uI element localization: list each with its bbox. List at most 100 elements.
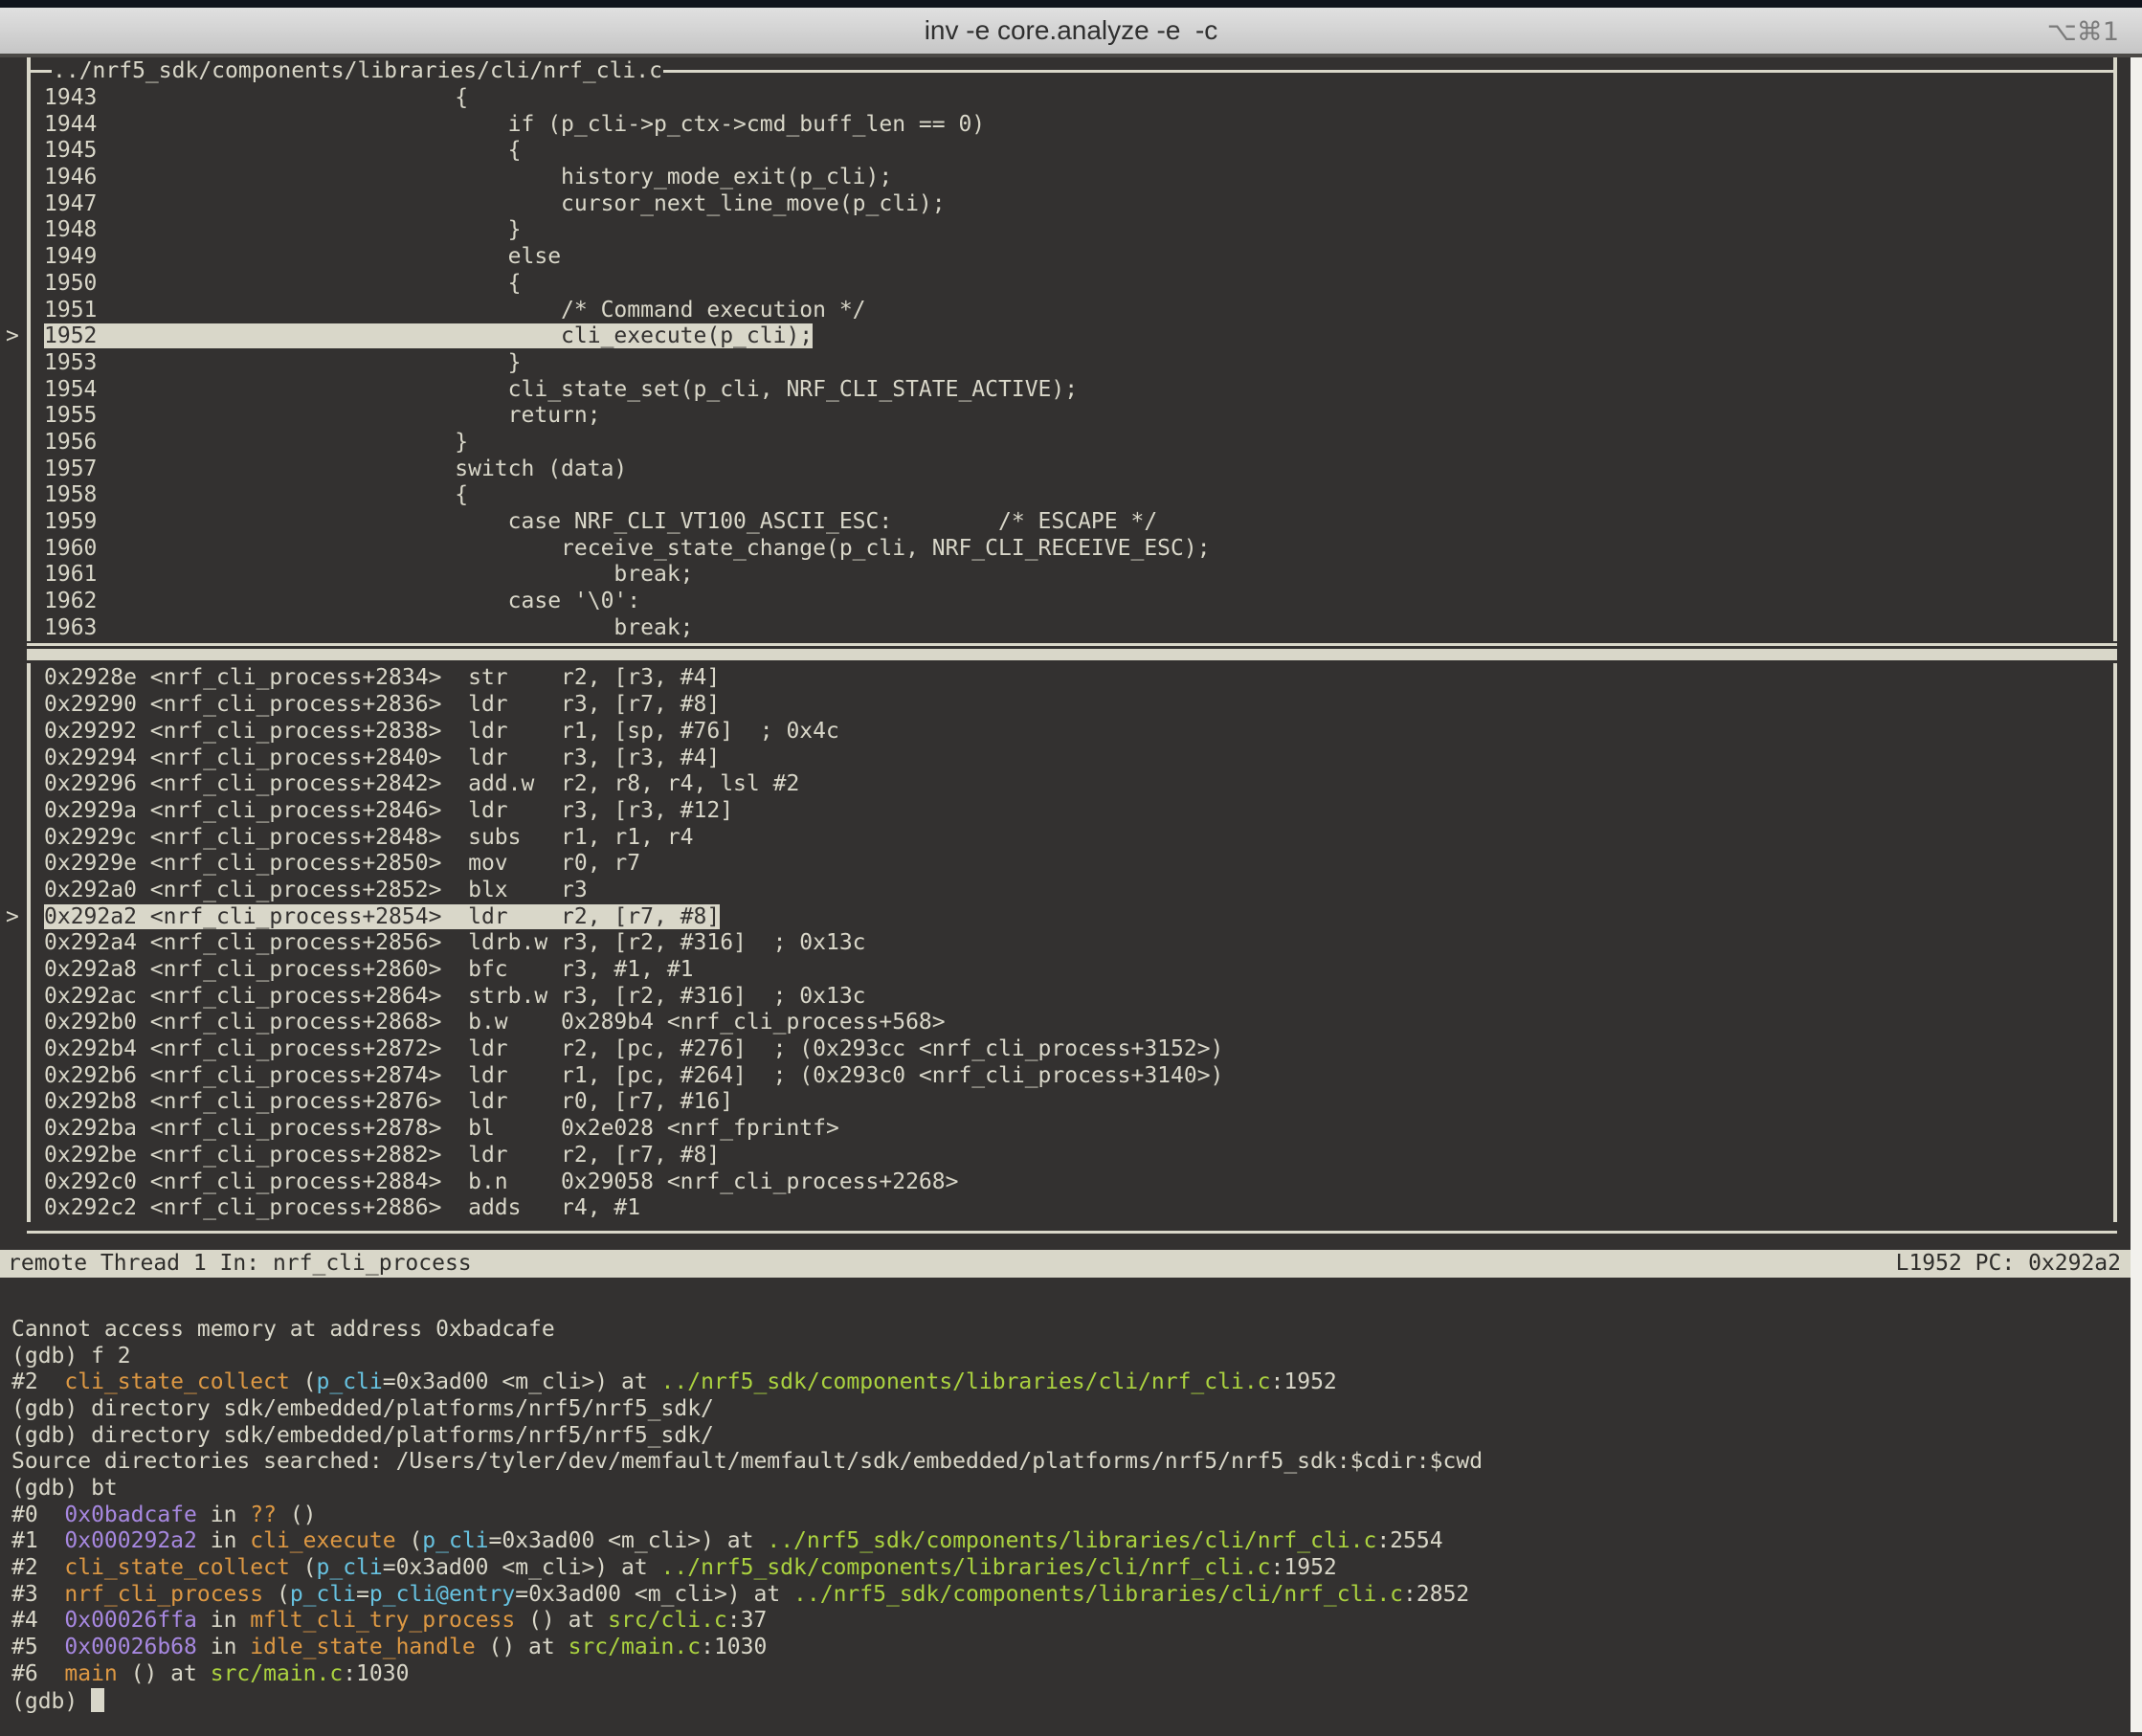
asm-line-text: 0x29292 <nrf_cli_process+2838> ldr r1, [… [44,719,839,744]
asm-line-text: 0x2929a <nrf_cli_process+2846> ldr r3, [… [44,798,733,823]
console-text: ( [290,1555,317,1580]
source-line-1954: 1954 cli_state_set(p_cli, NRF_CLI_STATE_… [44,377,2113,404]
console-path-text: ../nrf5_sdk/components/libraries/cli/nrf… [767,1528,1376,1553]
asm-line: 0x292c0 <nrf_cli_process+2884> b.n 0x290… [44,1169,2113,1196]
console-text: (gdb) directory sdk/embedded/platforms/n… [11,1396,714,1421]
console-text: :2852 [1403,1582,1469,1607]
terminal-cursor[interactable] [91,1688,104,1712]
console-text: #6 [11,1661,64,1686]
console-text: = [356,1582,369,1607]
console-text: #3 [11,1582,64,1607]
console-text: :1952 [1271,1555,1337,1580]
asm-line-text: 0x292be <nrf_cli_process+2882> ldr r2, [… [44,1143,720,1168]
console-addr-text: 0x00026b68 [64,1635,196,1659]
source-line-text: 1955 return; [44,403,601,428]
console-text: (gdb) [11,1689,91,1714]
gdb-console[interactable]: Cannot access memory at address 0xbadcaf… [0,1278,2142,1714]
console-var-text: p_cli [317,1555,383,1580]
console-text: ( [290,1369,317,1394]
asm-line-text: 0x292b8 <nrf_cli_process+2876> ldr r0, [… [44,1089,733,1114]
console-line: (gdb) [11,1688,2142,1715]
current-line-marker: > [6,323,19,350]
console-text: (gdb) bt [11,1476,118,1501]
source-line-text: 1962 case '\0': [44,589,640,613]
source-line-text: 1947 cursor_next_line_move(p_cli); [44,191,946,216]
console-text: in [197,1528,250,1553]
source-line-1949: 1949 else [44,244,2113,271]
console-text: ( [396,1528,423,1553]
console-text: () at [476,1635,569,1659]
status-line-pc-info: L1952 PC: 0x292a2 [1896,1250,2121,1278]
console-text: =0x3ad00 <m_cli>) at [383,1369,661,1394]
console-text: :1952 [1271,1369,1337,1394]
asm-line-text: 0x292b6 <nrf_cli_process+2874> ldr r1, [… [44,1063,1223,1088]
source-line-1959: 1959 case NRF_CLI_VT100_ASCII_ESC: /* ES… [44,509,2113,536]
console-fn-text: cli_state_collect [64,1555,289,1580]
console-line: (gdb) bt [11,1476,2142,1502]
asm-line: 0x29290 <nrf_cli_process+2836> ldr r3, [… [44,692,2113,719]
asm-line: 0x292be <nrf_cli_process+2882> ldr r2, [… [44,1143,2113,1169]
console-path-text: ../nrf5_sdk/components/libraries/cli/nrf… [793,1582,1403,1607]
source-line-text: 1951 /* Command execution */ [44,298,866,323]
console-fn-text: cli_state_collect [64,1369,289,1394]
console-var-text: p_cli [290,1582,356,1607]
status-thread-info: remote Thread 1 In: nrf_cli_process [8,1250,472,1278]
source-line-1948: 1948 } [44,217,2113,244]
source-line-text: 1959 case NRF_CLI_VT100_ASCII_ESC: /* ES… [44,509,1157,534]
console-line: #4 0x00026ffa in mflt_cli_try_process ()… [11,1608,2142,1635]
asm-line: 0x2929e <nrf_cli_process+2850> mov r0, r… [44,851,2113,878]
source-line-text: 1960 receive_state_change(p_cli, NRF_CLI… [44,536,1211,561]
console-fn-text: mflt_cli_try_process [250,1608,515,1633]
asm-line-text: 0x29296 <nrf_cli_process+2842> add.w r2,… [44,771,799,796]
source-pane-bottom-border [27,643,2117,646]
gdb-status-bar: remote Thread 1 In: nrf_cli_process L195… [0,1250,2131,1278]
source-line-1957: 1957 switch (data) [44,456,2113,483]
asm-line-text: 0x292a4 <nrf_cli_process+2856> ldrb.w r3… [44,930,866,955]
terminal-tab-title: inv -e core.analyze -e -c [925,15,1218,46]
asm-line: 0x292ac <nrf_cli_process+2864> strb.w r3… [44,984,2113,1011]
tab-shortcut-badge: ⌥⌘1 [2047,17,2119,47]
console-text: in [197,1502,250,1527]
source-line-1952: >1952 cli_execute(p_cli); [44,323,2113,350]
asm-line: 0x29294 <nrf_cli_process+2840> ldr r3, [… [44,746,2113,772]
source-pane-title-row: ../nrf5_sdk/components/libraries/cli/nrf… [44,57,2113,85]
asm-line: 0x292a4 <nrf_cli_process+2856> ldrb.w r3… [44,930,2113,957]
asm-line: 0x2929a <nrf_cli_process+2846> ldr r3, [… [44,798,2113,825]
current-line-marker: > [6,904,19,931]
asm-line-text: 0x292c2 <nrf_cli_process+2886> adds r4, … [44,1195,640,1220]
source-line-1956: 1956 } [44,430,2113,456]
source-line-text: 1957 switch (data) [44,456,627,481]
console-fn-text: ?? [250,1502,277,1527]
console-text: in [197,1635,250,1659]
console-text: #2 [11,1369,64,1394]
asm-line: 0x292b6 <nrf_cli_process+2874> ldr r1, [… [44,1063,2113,1090]
source-line-text: 1956 } [44,430,468,455]
console-text: :37 [727,1608,768,1633]
source-line-text: 1958 { [44,482,468,507]
console-text: (gdb) directory sdk/embedded/platforms/n… [11,1423,714,1448]
asm-line-text: 0x292ac <nrf_cli_process+2864> strb.w r3… [44,984,866,1009]
terminal-tab-bar[interactable]: inv -e core.analyze -e -c ⌥⌘1 [0,8,2142,57]
source-line-1947: 1947 cursor_next_line_move(p_cli); [44,191,2113,218]
asm-line: 0x292b8 <nrf_cli_process+2876> ldr r0, [… [44,1089,2113,1116]
asm-line-text: 0x2929e <nrf_cli_process+2850> mov r0, r… [44,851,640,876]
console-text: ( [263,1582,290,1607]
console-text: () at [515,1608,608,1633]
console-addr-text: 0x00026ffa [64,1608,196,1633]
source-line-1961: 1961 break; [44,562,2113,589]
asm-line: 0x29296 <nrf_cli_process+2842> add.w r2,… [44,771,2113,798]
source-line-text: 1954 cli_state_set(p_cli, NRF_CLI_STATE_… [44,377,1078,402]
console-line: (gdb) f 2 [11,1344,2142,1370]
source-line-text: 1953 } [44,350,522,375]
source-line-1962: 1962 case '\0': [44,589,2113,615]
console-fn-text: cli_execute [250,1528,395,1553]
source-line-1944: 1944 if (p_cli->p_ctx->cmd_buff_len == 0… [44,112,2113,139]
asm-line-text: 0x292b4 <nrf_cli_process+2872> ldr r2, [… [44,1036,1223,1061]
console-text: #1 [11,1528,64,1553]
source-file-title: ../nrf5_sdk/components/libraries/cli/nrf… [52,57,663,85]
source-line-1945: 1945 { [44,138,2113,165]
source-line-1953: 1953 } [44,350,2113,377]
console-text: =0x3ad00 <m_cli>) at [383,1555,661,1580]
asm-line: 0x292b0 <nrf_cli_process+2868> b.w 0x289… [44,1010,2113,1036]
console-line: #2 cli_state_collect (p_cli=0x3ad00 <m_c… [11,1555,2142,1582]
